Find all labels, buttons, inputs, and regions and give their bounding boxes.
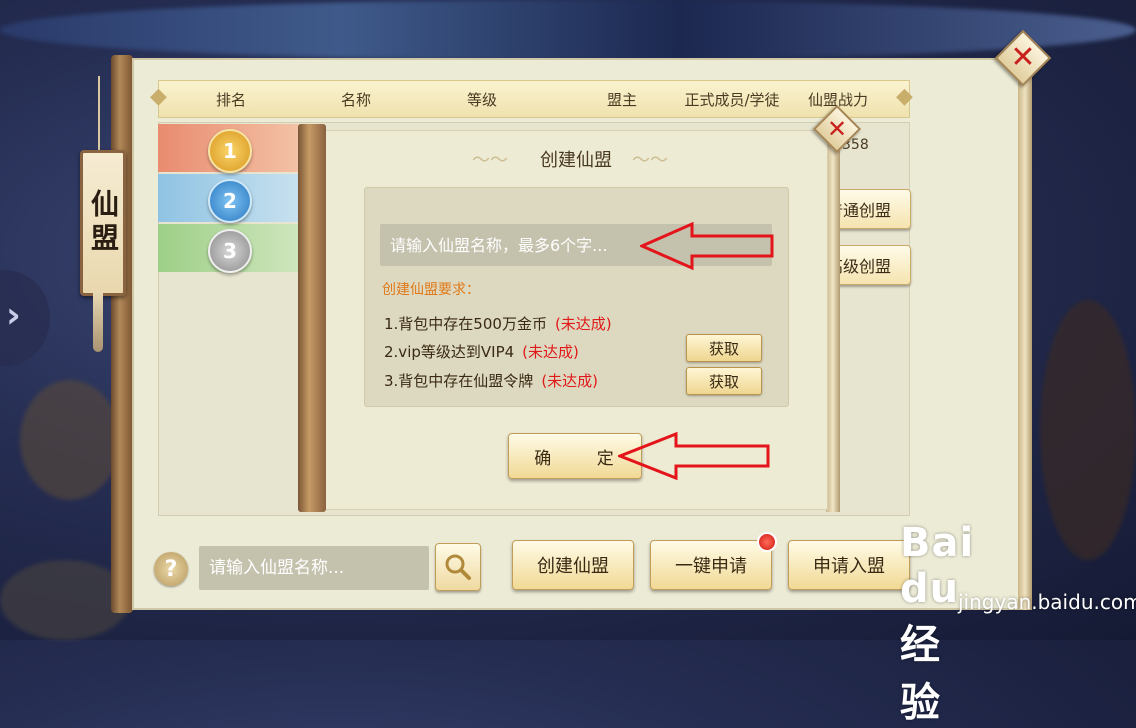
dialog-title: 创建仙盟	[540, 150, 612, 171]
requirement-status: (未达成)	[541, 372, 599, 390]
rank-number: 1	[223, 139, 237, 163]
guild-search-input[interactable]	[199, 546, 429, 590]
annotation-arrow-icon	[640, 221, 774, 271]
apply-join-button[interactable]: 申请入盟	[788, 540, 910, 590]
cloud-ornament-left-icon: 〜〜	[472, 150, 508, 171]
dialog-rod-right	[826, 124, 840, 512]
rank-gold-medal: 1	[208, 129, 252, 173]
rank-silver-medal: 3	[208, 229, 252, 273]
close-icon: ✕	[1010, 40, 1036, 75]
requirement-text: 2.vip等级达到VIP4	[384, 343, 515, 361]
header-rank: 排名	[215, 91, 247, 109]
side-tag: 仙盟	[80, 150, 126, 296]
scroll-rod-right	[1018, 60, 1032, 610]
header-ornament-left-icon: ◆	[150, 84, 167, 109]
rank-number: 3	[223, 239, 237, 263]
tag-string	[98, 76, 100, 152]
quick-apply-button[interactable]: 一键申请	[650, 540, 772, 590]
header-ornament-right-icon: ◆	[896, 84, 913, 109]
create-guild-button[interactable]: 创建仙盟	[512, 540, 634, 590]
scroll-rod-left	[111, 55, 133, 613]
get-vip-button[interactable]: 获取	[686, 334, 762, 362]
header-level: 等级	[466, 91, 498, 109]
requirement-status: (未达成)	[554, 315, 612, 333]
notification-dot	[757, 532, 777, 552]
annotation-arrow-icon	[618, 431, 770, 481]
rank-blue-medal: 2	[208, 179, 252, 223]
rank-number: 2	[223, 189, 237, 213]
header-leader: 盟主	[606, 91, 638, 109]
tassel-decoration	[93, 292, 103, 352]
watermark-url: jingyan.baidu.com	[958, 590, 1136, 614]
requirement-item: 3.背包中存在仙盟令牌 (未达成)	[384, 370, 598, 391]
requirement-status: (未达成)	[522, 343, 579, 361]
search-icon	[445, 554, 471, 580]
requirements-title: 创建仙盟要求：	[382, 282, 480, 298]
side-tag-label: 仙盟	[87, 189, 120, 257]
watermark-logo: Bai du 经验	[900, 520, 975, 726]
chevron-right-icon: ›	[6, 295, 21, 336]
get-token-button[interactable]: 获取	[686, 367, 762, 395]
requirement-text: 3.背包中存在仙盟令牌	[384, 372, 534, 390]
help-button[interactable]: ?	[154, 552, 188, 586]
close-icon: ✕	[826, 115, 848, 143]
cloud-ornament-right-icon: 〜〜	[632, 150, 668, 171]
requirement-item: 2.vip等级达到VIP4 (未达成)	[384, 341, 579, 362]
dialog-rod-left	[298, 124, 326, 512]
header-members: 正式成员/学徒	[684, 91, 780, 109]
table-header	[158, 80, 910, 118]
header-name: 名称	[340, 91, 372, 109]
requirement-item: 1.背包中存在500万金币 (未达成)	[384, 313, 612, 334]
search-button[interactable]	[435, 543, 481, 591]
requirement-text: 1.背包中存在500万金币	[384, 315, 547, 333]
